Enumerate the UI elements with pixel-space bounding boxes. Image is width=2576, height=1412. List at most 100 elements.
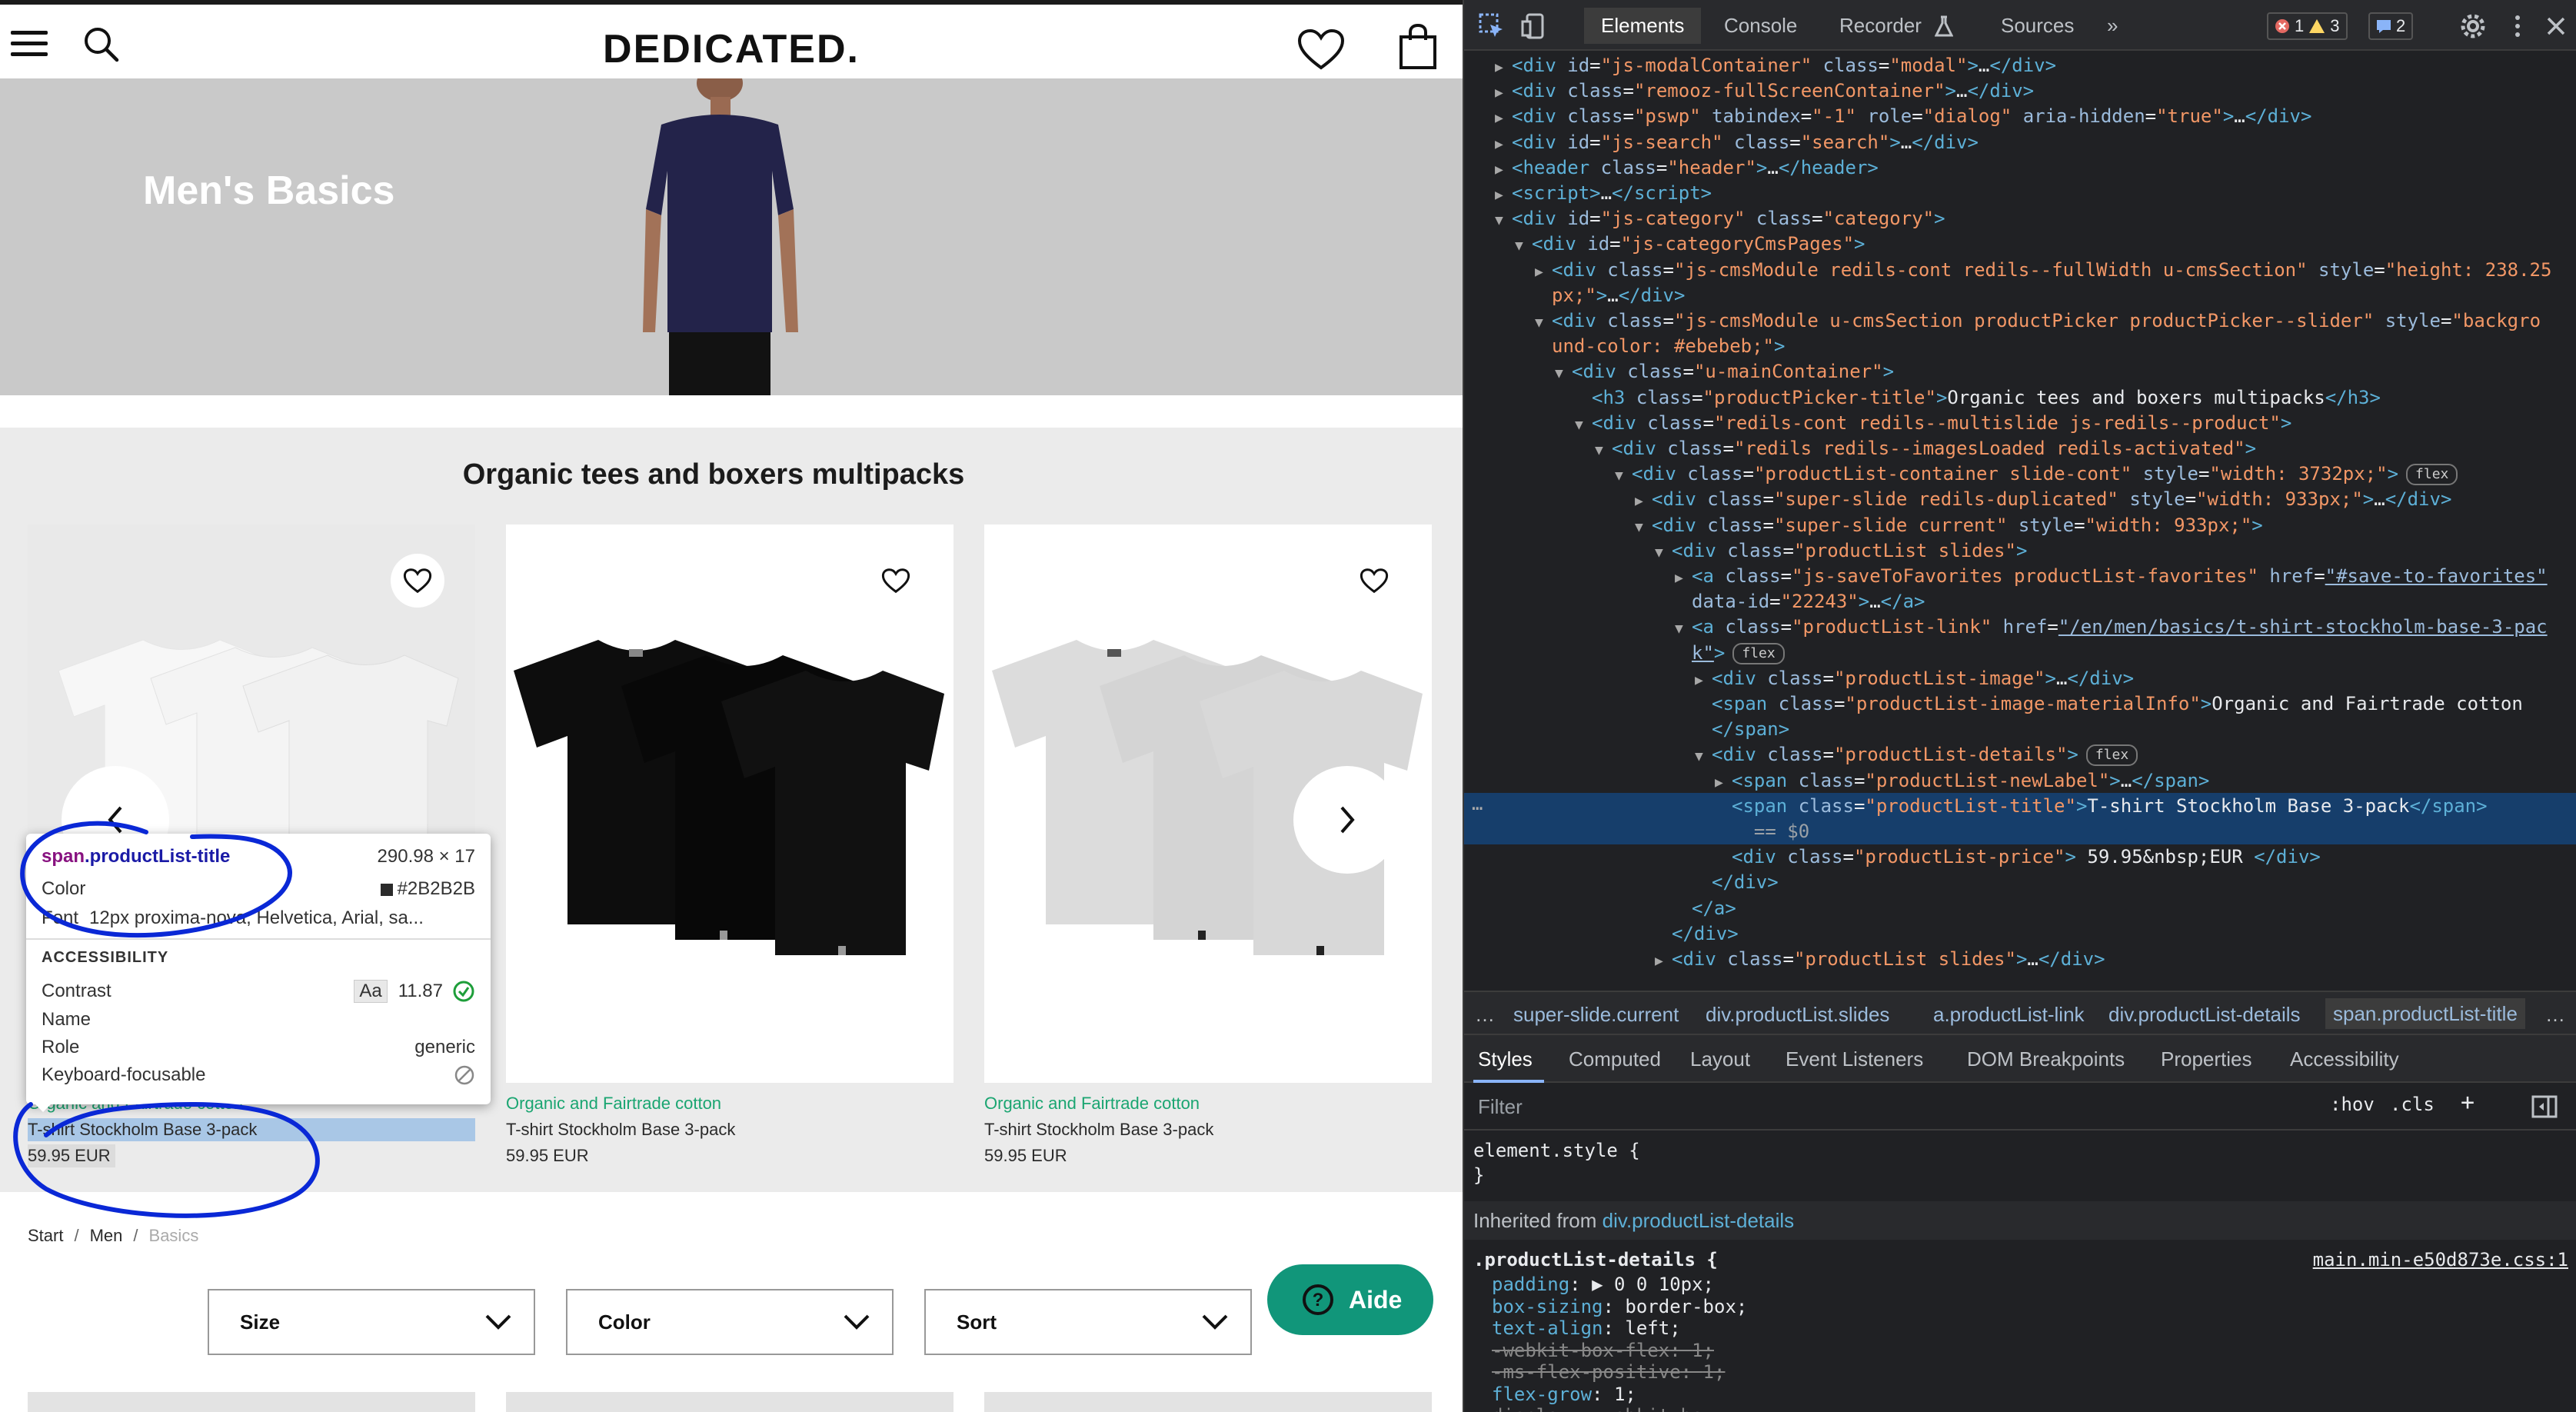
dom-node[interactable]: ▼ <div id="js-categoryCmsPages"> [1464, 231, 2576, 257]
element-style-rule[interactable]: element.style { [1473, 1140, 1640, 1161]
product-title[interactable]: T-shirt Stockholm Base 3-pack [506, 1120, 735, 1140]
dom-node[interactable]: </div> [1464, 869, 2576, 895]
dom-node[interactable]: <h3 class="productPicker-title">Organic … [1464, 385, 2576, 411]
rule-selector[interactable]: .productList-details { [1473, 1249, 1718, 1270]
dom-node[interactable]: ▶ <script>…</script> [1464, 180, 2576, 206]
dom-node[interactable]: <span class="productList-image-materialI… [1464, 691, 2576, 717]
slider-next-button[interactable] [1293, 766, 1401, 874]
css-property[interactable]: text-align: left; [1492, 1317, 1681, 1339]
dom-node[interactable]: ▶ <div class="productList slides">…</div> [1464, 946, 2576, 972]
dom-node-selected[interactable]: <span class="productList-title">T-shirt … [1464, 792, 2576, 819]
dom-node[interactable]: ▼ <a class="productList-link" href="/en/m… [1464, 614, 2576, 640]
subtab-accessibility[interactable]: Accessibility [2290, 1047, 2399, 1071]
issues-badge[interactable]: 1 3 [2267, 12, 2348, 40]
product-title[interactable]: T-shirt Stockholm Base 3-pack [984, 1120, 1213, 1140]
help-button[interactable]: ? Aide [1267, 1264, 1433, 1335]
close-icon[interactable] [2542, 12, 2570, 40]
subtab-computed[interactable]: Computed [1569, 1047, 1661, 1071]
dom-node-menu-icon[interactable]: … [1472, 793, 1483, 814]
dom-node[interactable]: ▼ <div class="productList slides"> [1464, 538, 2576, 564]
shopping-bag-icon[interactable] [1398, 23, 1438, 71]
dom-node[interactable]: ▶ <div class="remooz-fullScreenContainer"… [1464, 78, 2576, 104]
dom-tree[interactable]: ▶ <div id="js-modalContainer" class="moda… [1464, 51, 2576, 991]
dom-node[interactable]: ▼ <div class="productList-details"> flex [1464, 741, 2576, 768]
subtab-styles[interactable]: Styles [1478, 1047, 1533, 1071]
css-property[interactable]: -ms-flex-positive: 1; [1492, 1361, 1725, 1383]
css-property[interactable]: box-sizing: border-box; [1492, 1296, 1747, 1317]
dom-node[interactable]: k"> flex [1464, 640, 2576, 666]
tab-console[interactable]: Console [1724, 14, 1797, 38]
product-title[interactable]: T-shirt Stockholm Base 3-pack [28, 1120, 257, 1140]
tab-elements[interactable]: Elements [1584, 8, 1702, 44]
product-price: 59.95 EUR [984, 1146, 1067, 1165]
breadcrumb-start[interactable]: Start [28, 1226, 63, 1245]
more-tabs-icon[interactable]: » [2107, 14, 2118, 38]
css-property[interactable]: -webkit-box-flex: 1; [1492, 1340, 1714, 1361]
tab-sources[interactable]: Sources [2001, 14, 2074, 38]
color-filter-label: Color [598, 1310, 651, 1334]
inspect-element-icon[interactable] [1478, 12, 1506, 40]
toggle-sidebar-icon[interactable] [2531, 1095, 2558, 1118]
dom-node[interactable]: ▼ <div id="js-category" class="category"> [1464, 205, 2576, 231]
dom-node[interactable]: ▼ <div class="redils-cont redils--multisl… [1464, 410, 2576, 436]
svg-text:?: ? [1313, 1290, 1324, 1310]
dom-node[interactable]: ▶ <div id="js-modalContainer" class="moda… [1464, 52, 2576, 78]
hov-toggle[interactable]: :hov [2330, 1094, 2375, 1115]
dom-crumb-active[interactable]: span.productList-title [2325, 998, 2525, 1029]
subtab-properties[interactable]: Properties [2161, 1047, 2252, 1071]
dom-node[interactable]: ▶ <div id="js-search" class="search">…</d… [1464, 129, 2576, 155]
dom-node[interactable]: ▼ <div class="js-cmsModule u-cmsSection p… [1464, 308, 2576, 334]
dom-node-selected[interactable]: == $0 [1464, 818, 2576, 844]
dom-node[interactable]: </div> [1464, 921, 2576, 947]
dom-node[interactable]: ▶ <div class="productList-image">…</div> [1464, 665, 2576, 691]
rule-source-link[interactable]: main.min-e50d873e.css:1 [2313, 1249, 2568, 1270]
dom-crumb[interactable]: div.productList.slides [1706, 1003, 1889, 1027]
dom-node[interactable]: ▼ <div class="redils redils--imagesLoaded… [1464, 435, 2576, 461]
dom-node[interactable]: ▶ <span class="productList-newLabel">…</s… [1464, 768, 2576, 794]
size-filter-dropdown[interactable]: Size [208, 1289, 535, 1355]
css-property[interactable]: padding: ▶ 0 0 10px; [1492, 1274, 1714, 1295]
product-image[interactable] [506, 525, 954, 1083]
css-property[interactable]: display: -webkit-box; [1492, 1405, 1725, 1412]
subtab-event-listeners[interactable]: Event Listeners [1786, 1047, 1923, 1071]
dom-node[interactable]: data-id="22243">…</a> [1464, 588, 2576, 614]
tab-recorder[interactable]: Recorder [1839, 14, 1922, 38]
subtab-dom-breakpoints[interactable]: DOM Breakpoints [1967, 1047, 2125, 1071]
dom-node[interactable]: </a> [1464, 895, 2576, 921]
dom-node[interactable]: px;">…</div> [1464, 282, 2576, 308]
device-toolbar-icon[interactable] [1521, 12, 1549, 40]
color-filter-dropdown[interactable]: Color [566, 1289, 894, 1355]
check-circle-icon [453, 981, 474, 1002]
wishlist-heart-icon[interactable] [1296, 28, 1346, 71]
site-logo[interactable]: DEDICATED. [0, 26, 1463, 72]
kebab-menu-icon[interactable] [2504, 12, 2531, 40]
dom-crumb[interactable]: super-slide.current [1513, 1003, 1679, 1027]
styles-filter-input[interactable]: Filter [1473, 1091, 2318, 1123]
new-rule-plus-icon[interactable]: + [2461, 1089, 2474, 1116]
dom-node[interactable]: </span> [1464, 716, 2576, 742]
favorite-heart-button[interactable] [869, 554, 923, 608]
messages-badge[interactable]: 2 [2368, 12, 2414, 40]
dom-node[interactable]: <div class="productList-price"> 59.95&nb… [1464, 844, 2576, 870]
dom-node[interactable]: ▶ <div class="super-slide redils-duplicat… [1464, 486, 2576, 512]
favorite-heart-button[interactable] [1347, 554, 1401, 608]
dom-crumb[interactable]: a.productList-link [1933, 1003, 2085, 1027]
css-property[interactable]: flex-grow: 1; [1492, 1384, 1636, 1405]
inspect-tooltip: span.productList-title 290.98 × 17 Color… [26, 834, 491, 1104]
dom-node[interactable]: ▼ <div class="u-mainContainer"> [1464, 358, 2576, 385]
inherited-from[interactable]: div.productList-details [1603, 1209, 1795, 1232]
sort-dropdown[interactable]: Sort [924, 1289, 1252, 1355]
settings-gear-icon[interactable] [2459, 12, 2487, 40]
favorite-heart-button[interactable] [391, 554, 444, 608]
dom-node[interactable]: ▼ <div class="productList-container slide… [1464, 461, 2576, 487]
dom-node[interactable]: ▼ <div class="super-slide current" style=… [1464, 512, 2576, 538]
breadcrumb-men[interactable]: Men [90, 1226, 123, 1245]
dom-node[interactable]: ▶ <div class="js-cmsModule redils-cont re… [1464, 257, 2576, 283]
dom-node[interactable]: ▶ <header class="header">…</header> [1464, 155, 2576, 181]
dom-node[interactable]: und-color: #ebebeb;"> [1464, 333, 2576, 359]
dom-node[interactable]: ▶ <a class="js-saveToFavorites productLis… [1464, 563, 2576, 589]
dom-crumb[interactable]: div.productList-details [2108, 1003, 2301, 1027]
dom-node[interactable]: ▶ <div class="pswp" tabindex="-1" role="d… [1464, 103, 2576, 129]
subtab-layout[interactable]: Layout [1690, 1047, 1750, 1071]
cls-toggle[interactable]: .cls [2390, 1094, 2435, 1115]
